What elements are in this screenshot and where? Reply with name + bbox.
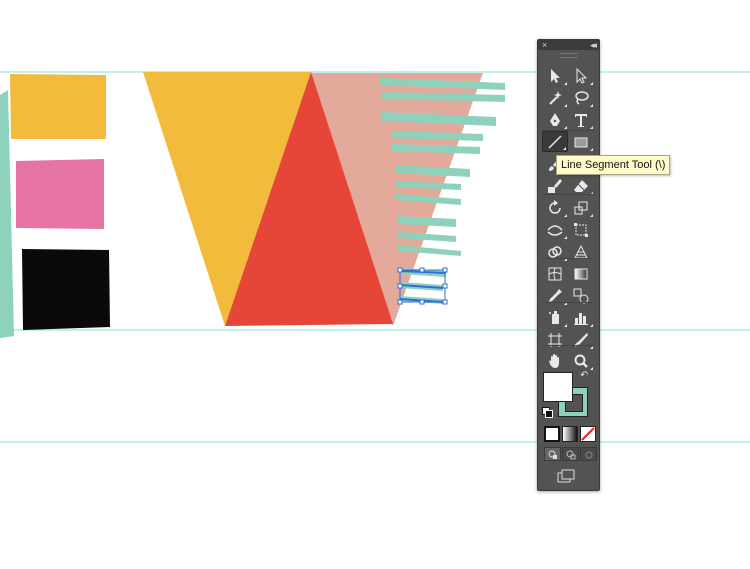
toolbar-separator <box>542 130 594 131</box>
flyout-indicator <box>564 214 567 217</box>
artboard-canvas[interactable] <box>0 0 750 569</box>
pen-tool[interactable] <box>542 109 568 130</box>
hand-tool[interactable] <box>542 350 568 371</box>
toolbar-separator <box>542 302 594 303</box>
lasso-icon <box>575 90 589 105</box>
flyout-indicator <box>590 367 593 370</box>
pink-square-shape[interactable] <box>16 159 104 229</box>
close-icon[interactable]: × <box>542 40 547 50</box>
selection-handle <box>397 283 403 289</box>
mesh-tool[interactable] <box>542 263 568 284</box>
flyout-indicator <box>590 324 593 327</box>
direct-selection-arrow-icon <box>576 67 588 84</box>
selection-handle <box>419 299 425 305</box>
gradient-tool[interactable] <box>568 263 594 284</box>
free-transform-tool[interactable] <box>568 219 594 240</box>
rotate-tool[interactable] <box>542 197 568 218</box>
selection-handle <box>442 299 448 305</box>
tools-panel-header[interactable]: × ◂◂ <box>538 40 599 50</box>
free-transform-icon <box>574 222 588 237</box>
width-tool[interactable] <box>542 219 568 240</box>
draw-behind-button[interactable] <box>562 447 579 461</box>
toolbar-separator <box>542 194 594 195</box>
flyout-indicator <box>564 82 567 85</box>
blob-brush-icon <box>548 178 562 193</box>
hand-icon <box>549 353 559 368</box>
magic-wand-icon <box>549 90 562 105</box>
rectangle-tool[interactable] <box>568 131 594 152</box>
color-mode-button[interactable] <box>544 426 560 442</box>
type-t-icon <box>575 113 587 127</box>
tooltip-line-segment-tool: Line Segment Tool (\) <box>556 155 671 175</box>
flyout-indicator <box>590 104 593 107</box>
panel-grip-handle[interactable] <box>538 50 599 60</box>
mesh-icon <box>548 267 562 280</box>
selection-handle <box>419 267 425 273</box>
slice-tool[interactable] <box>568 329 594 350</box>
magic-wand-tool[interactable] <box>542 87 568 108</box>
rotate-icon <box>549 199 561 214</box>
scale-tool[interactable] <box>568 197 594 218</box>
swap-fill-stroke-icon[interactable]: ↶ <box>580 370 588 381</box>
black-square-shape[interactable] <box>22 249 110 330</box>
flyout-indicator <box>563 147 566 150</box>
gradient-mode-button[interactable] <box>562 426 578 442</box>
artboard-tool[interactable] <box>542 329 568 350</box>
selection-handle <box>397 299 403 305</box>
rectangle-icon <box>574 137 588 147</box>
screen-mode-icon <box>557 469 575 483</box>
column-graph-tool[interactable] <box>568 307 594 328</box>
selection-handle <box>442 267 448 273</box>
pen-nib-icon <box>550 112 560 126</box>
flyout-indicator <box>564 324 567 327</box>
flyout-indicator <box>564 126 567 129</box>
lasso-tool[interactable] <box>568 87 594 108</box>
type-tool[interactable] <box>568 109 594 130</box>
toolbar-separator <box>542 345 594 346</box>
direct-selection-tool[interactable] <box>568 65 594 86</box>
scale-icon <box>574 201 588 214</box>
zoom-tool[interactable] <box>568 350 594 371</box>
selection-handle <box>397 267 403 273</box>
draw-normal-button[interactable] <box>544 447 561 461</box>
eraser-tool[interactable] <box>568 175 594 196</box>
none-mode-button[interactable] <box>580 426 596 442</box>
zoom-magnifier-icon <box>574 354 588 368</box>
eraser-icon <box>574 179 588 192</box>
flyout-indicator <box>564 236 567 239</box>
selection-handle <box>442 283 448 289</box>
symbol-sprayer-tool[interactable] <box>542 307 568 328</box>
collapse-panel-icon[interactable]: ◂◂ <box>590 40 597 50</box>
symbol-sprayer-icon <box>549 310 559 324</box>
fill-color-swatch[interactable] <box>543 372 573 402</box>
line-segment-tool[interactable] <box>542 131 568 152</box>
column-graph-icon <box>574 312 588 325</box>
change-screen-mode-button[interactable] <box>556 468 578 484</box>
gradient-icon <box>574 268 588 279</box>
toolbar-separator <box>542 258 594 259</box>
flyout-indicator <box>590 346 593 349</box>
flyout-indicator <box>590 148 593 151</box>
selection-arrow-icon <box>551 68 560 83</box>
blob-brush-tool[interactable] <box>542 175 568 196</box>
yellow-square-shape[interactable] <box>10 74 106 139</box>
flyout-indicator <box>590 214 593 217</box>
line-segment-icon <box>548 134 562 149</box>
flyout-indicator <box>590 126 593 129</box>
draw-inside-button[interactable] <box>580 447 597 461</box>
flyout-indicator <box>590 82 593 85</box>
flyout-indicator <box>564 104 567 107</box>
width-icon <box>547 224 563 236</box>
selection-tool[interactable] <box>542 65 568 86</box>
default-fill-stroke-icon[interactable] <box>542 407 553 418</box>
